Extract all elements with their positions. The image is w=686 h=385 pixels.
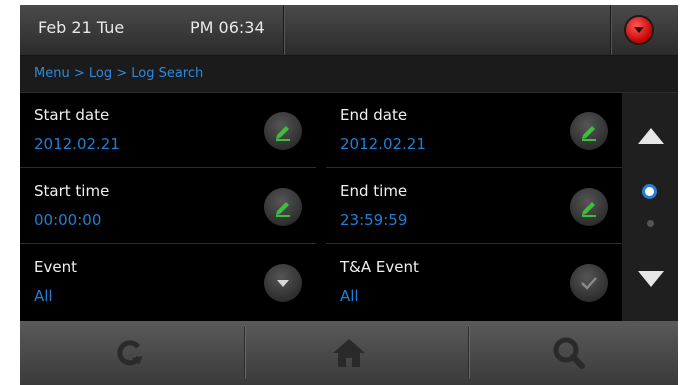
ta-event-field[interactable]: T&A Event All (326, 245, 622, 320)
start-date-field[interactable]: Start date 2012.02.21 (20, 93, 316, 168)
home-icon (332, 339, 365, 367)
field-value: All (340, 287, 359, 305)
edit-pencil-icon (582, 202, 596, 217)
page-scroller (622, 93, 678, 321)
divider (610, 5, 611, 55)
end-date-field[interactable]: End date 2012.02.21 (326, 93, 622, 168)
field-label: Start time (34, 182, 110, 200)
edit-start-date-button[interactable] (264, 112, 302, 150)
field-label: Event (34, 258, 77, 276)
ta-event-check-button[interactable] (570, 264, 608, 302)
check-icon (581, 277, 597, 290)
edit-pencil-icon (276, 202, 290, 217)
end-time-field[interactable]: End time 23:59:59 (326, 169, 622, 244)
field-value: 2012.02.21 (340, 135, 426, 153)
edit-pencil-icon (276, 126, 290, 141)
field-value: All (34, 287, 53, 305)
status-bar: Feb 21 Tue PM 06:34 (20, 5, 678, 56)
row-divider (20, 243, 316, 244)
device-screen: Feb 21 Tue PM 06:34 Menu > Log > Log Sea… (20, 5, 678, 385)
bottom-toolbar (20, 321, 678, 385)
field-label: End date (340, 106, 408, 124)
row-divider (20, 167, 316, 168)
field-value: 23:59:59 (340, 211, 408, 229)
breadcrumb-path: Menu > Log > Log Search (34, 66, 204, 81)
edit-end-date-button[interactable] (570, 112, 608, 150)
refresh-icon (116, 340, 143, 366)
edit-end-time-button[interactable] (570, 188, 608, 226)
scroll-down-icon[interactable] (638, 271, 664, 287)
edit-start-time-button[interactable] (264, 188, 302, 226)
arrow-down-icon (634, 27, 644, 33)
row-divider (326, 167, 622, 168)
edit-pencil-icon (582, 126, 596, 141)
search-button[interactable] (459, 321, 678, 385)
breadcrumb: Menu > Log > Log Search (20, 56, 678, 93)
home-button[interactable] (239, 321, 458, 385)
search-criteria-grid: Start date 2012.02.21 End date 2012.02.2… (20, 93, 622, 321)
row-divider (326, 243, 622, 244)
field-label: Start date (34, 106, 110, 124)
current-date: Feb 21 Tue (38, 18, 125, 37)
field-label: T&A Event (340, 258, 419, 276)
page-indicator (647, 220, 654, 227)
start-time-field[interactable]: Start time 00:00:00 (20, 169, 316, 244)
scroll-up-icon[interactable] (638, 128, 664, 144)
dropdown-icon (277, 280, 289, 287)
page-indicator-active (645, 187, 654, 196)
field-label: End time (340, 182, 408, 200)
event-field[interactable]: Event All (20, 245, 316, 320)
field-value: 00:00:00 (34, 211, 102, 229)
search-icon (553, 337, 585, 369)
refresh-button[interactable] (20, 321, 239, 385)
field-value: 2012.02.21 (34, 135, 120, 153)
divider (283, 5, 284, 55)
current-time: PM 06:34 (190, 18, 265, 37)
status-alert-button[interactable] (626, 17, 652, 43)
event-dropdown-button[interactable] (264, 264, 302, 302)
